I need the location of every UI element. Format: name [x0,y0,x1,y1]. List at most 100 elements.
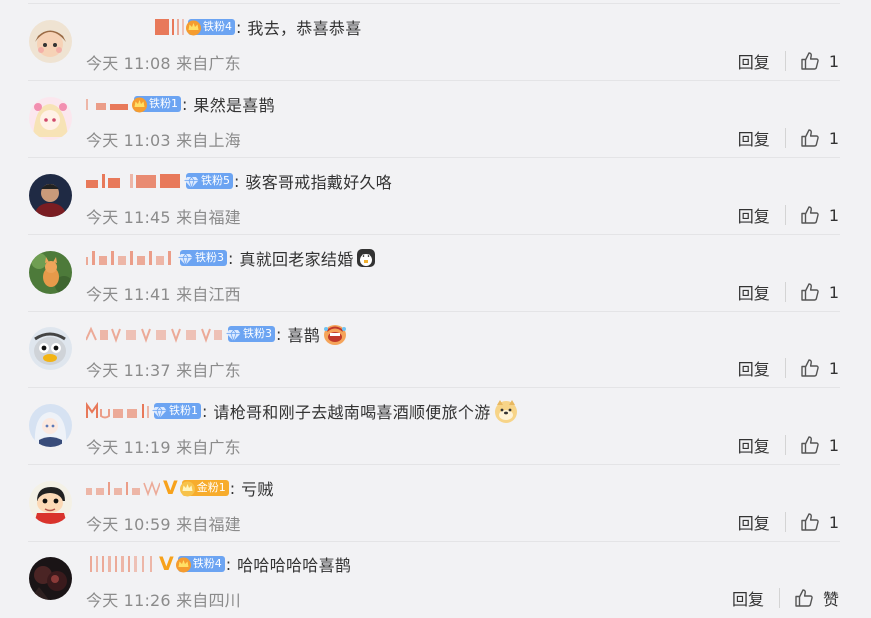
like-count: 赞 [822,590,839,609]
crown-icon [131,96,148,113]
divider [784,435,786,455]
like-count: 1 [828,51,839,71]
comment-time: 今天 11:41 来自江西 [86,285,241,304]
thumbs-up-icon [801,129,819,147]
avatar[interactable] [29,174,72,217]
comment-header: 铁粉1 : 果然是喜鹊 [86,93,275,115]
comment-header: 铁粉5 : 骇客哥戒指戴好久咯 [86,170,392,192]
comment-text: 喜鹊 [287,326,320,345]
avatar[interactable] [29,327,72,370]
like-button[interactable]: 1 [800,282,839,302]
comment-header: 铁粉3 : 喜鹊 [86,323,348,345]
comment-item: 铁粉1 : 请枪哥和刚子去越南喝喜酒顺便旅个游 今天 11:19 来自广东 回复… [0,388,871,465]
fan-badge[interactable]: 铁粉1 [152,403,201,419]
comment-time: 今天 10:59 来自福建 [86,515,241,534]
like-count: 1 [828,435,839,455]
comment-time: 今天 11:19 来自广东 [86,438,241,457]
comment-time: 今天 11:45 来自福建 [86,208,241,227]
colon: : [202,401,208,421]
username-redacted[interactable] [86,402,150,420]
reply-button[interactable]: 回复 [738,203,770,227]
fan-badge-label: 铁粉1 [149,97,178,110]
fan-badge[interactable]: 金粉1 [179,480,229,497]
comment-text: 哈哈哈哈哈喜鹊 [237,556,352,575]
username-redacted[interactable] [86,172,182,190]
fan-badge[interactable]: 铁粉1 [131,96,181,113]
like-button[interactable]: 赞 [794,586,839,610]
reply-button[interactable]: 回复 [738,433,770,457]
avatar[interactable] [29,481,72,524]
comment-text: 请枪哥和刚子去越南喝喜酒顺便旅个游 [213,403,491,422]
comment-item: 铁粉3 : 喜鹊 今天 11:37 来自广东 回复 1 [0,311,871,388]
reply-button[interactable]: 回复 [738,510,770,534]
like-button[interactable]: 1 [800,435,839,455]
like-button[interactable]: 1 [800,128,839,148]
comment-item: V 铁粉4 : 哈哈哈哈哈喜鹊 今天 11:26 来自四川 回复 赞 [0,541,871,618]
like-count: 1 [828,512,839,532]
diamond-icon [177,250,194,267]
comment-actions: 回复 1 [738,357,839,379]
username-redacted[interactable] [86,18,184,36]
username-redacted[interactable] [86,479,160,497]
username-redacted[interactable] [86,555,156,573]
fan-badge[interactable]: 铁粉3 [225,326,275,343]
comment-header: 铁粉3 : 真就回老家结婚 [86,247,376,269]
fan-badge[interactable]: 铁粉4 [185,19,235,36]
reply-button[interactable]: 回复 [738,356,770,380]
colon: : [225,554,232,574]
reply-button[interactable]: 回复 [738,126,770,150]
colon: : [234,171,240,191]
comment-actions: 回复 1 [738,281,839,303]
reply-button[interactable]: 回复 [738,49,770,73]
like-button[interactable]: 1 [800,51,839,71]
fan-badge-label: 铁粉3 [243,327,272,340]
comment-header: 铁粉1 : 请枪哥和刚子去越南喝喜酒顺便旅个游 [86,400,519,423]
crown-icon [185,19,202,36]
comment-actions: 回复 1 [738,50,839,72]
comment-header: 铁粉4 : 我去，恭喜恭喜 [86,16,362,38]
crown-icon [179,480,196,497]
penguin-emoji [356,248,376,268]
divider [784,51,786,71]
comment-actions: 回复 1 [738,511,839,533]
comment-text: 我去，恭喜恭喜 [247,19,362,38]
diamond-icon [225,326,242,343]
colon: : [236,17,242,37]
fan-badge-label: 铁粉1 [169,404,198,417]
comment-text: 真就回老家结婚 [239,250,354,269]
avatar[interactable] [29,404,72,447]
username-redacted[interactable] [86,95,130,113]
reply-button[interactable]: 回复 [732,586,764,610]
fan-badge-label: 铁粉3 [195,251,224,264]
comment-actions: 回复 1 [738,127,839,149]
divider [778,588,780,608]
verified-v-icon: V [163,477,178,499]
reply-button[interactable]: 回复 [738,280,770,304]
colon: : [229,478,236,498]
like-button[interactable]: 1 [800,358,839,378]
thumbs-up-icon [801,436,819,454]
avatar[interactable] [29,97,72,140]
like-count: 1 [828,128,839,148]
comment-list: 铁粉4 : 我去，恭喜恭喜 今天 11:08 来自广东 回复 1 铁粉1: 果… [0,0,871,618]
divider [784,358,786,378]
fan-badge[interactable]: 铁粉5 [184,173,233,189]
like-count: 1 [828,282,839,302]
thumbs-up-icon [801,206,819,224]
username-redacted[interactable] [86,249,176,267]
like-button[interactable]: 1 [800,512,839,532]
avatar[interactable] [29,251,72,294]
thumbs-up-icon [801,52,819,70]
comment-item: V 金粉1 : 亏贼 今天 10:59 来自福建 回复 1 [0,465,871,542]
colon: : [182,94,188,114]
fan-badge-label: 铁粉5 [201,174,230,187]
avatar[interactable] [29,20,72,63]
comment-item: 铁粉5 : 骇客哥戒指戴好久咯 今天 11:45 来自福建 回复 1 [0,158,871,235]
comment-actions: 回复 1 [738,434,839,456]
fan-badge[interactable]: 铁粉3 [177,250,227,267]
like-button[interactable]: 1 [800,205,839,225]
fan-badge[interactable]: 铁粉4 [175,556,225,572]
username-redacted[interactable] [86,325,224,343]
divider [784,128,786,148]
avatar[interactable] [29,557,72,600]
